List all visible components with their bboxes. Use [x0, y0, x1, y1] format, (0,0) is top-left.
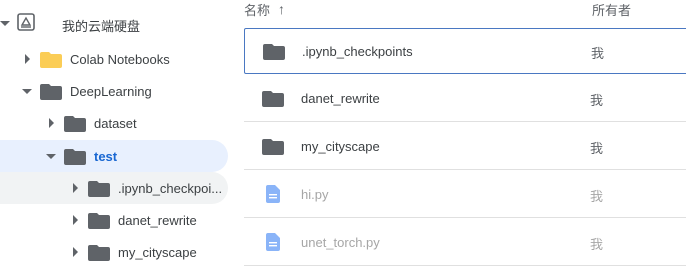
column-header-name[interactable]: 名称 ↑ — [244, 0, 285, 18]
folder-icon — [64, 148, 86, 165]
drive-icon — [17, 13, 35, 31]
chevron-down-icon[interactable] — [0, 21, 10, 26]
tree-label: dataset — [94, 116, 137, 131]
folder-icon — [88, 244, 110, 261]
file-owner: 我 — [590, 93, 604, 108]
file-row[interactable]: .ipynb_checkpoints 我 — [244, 28, 686, 74]
tree-root-my-drive[interactable]: 我的云端硬盘 — [0, 7, 234, 39]
file-owner: 我 — [591, 46, 605, 61]
tree-item-danet-rewrite[interactable]: danet_rewrite — [0, 204, 234, 236]
tree-item-test[interactable]: test — [0, 140, 228, 172]
chevron-right-icon[interactable] — [73, 215, 78, 225]
file-row[interactable]: my_cityscape 我 — [244, 124, 686, 170]
tree-label: 我的云端硬盘 — [62, 19, 141, 34]
document-icon — [266, 185, 280, 208]
tree-item-ipynb-checkpoints[interactable]: .ipynb_checkpoi... — [0, 172, 228, 204]
folder-icon — [262, 90, 284, 112]
file-name: unet_torch.py — [301, 235, 380, 250]
file-name: danet_rewrite — [301, 91, 380, 106]
tree-label: my_cityscape — [118, 245, 197, 260]
file-name: my_cityscape — [301, 139, 380, 154]
chevron-right-icon[interactable] — [49, 118, 54, 128]
column-header-owner-label: 所有者 — [592, 2, 632, 18]
file-owner: 我 — [590, 189, 604, 204]
chevron-right-icon[interactable] — [25, 54, 30, 64]
sort-arrow-up-icon[interactable]: ↑ — [278, 1, 285, 17]
file-owner: 我 — [590, 141, 604, 156]
folder-tree: 我的云端硬盘 Colab Notebooks DeepLearning data… — [0, 0, 234, 271]
tree-item-my-cityscape[interactable]: my_cityscape — [0, 236, 234, 268]
chevron-right-icon[interactable] — [73, 183, 78, 193]
file-row[interactable]: unet_torch.py 我 — [244, 220, 686, 266]
column-header-name-label: 名称 — [244, 2, 271, 18]
file-owner: 我 — [590, 237, 604, 252]
chevron-down-icon[interactable] — [22, 89, 32, 94]
tree-label: test — [94, 149, 118, 164]
chevron-down-icon[interactable] — [46, 154, 56, 159]
folder-icon — [262, 138, 284, 160]
document-icon — [266, 233, 280, 256]
column-header-owner: 所有者 — [592, 0, 631, 18]
chevron-right-icon[interactable] — [73, 247, 78, 257]
file-row[interactable]: danet_rewrite 我 — [244, 76, 686, 122]
tree-item-dataset[interactable]: dataset — [0, 107, 234, 139]
file-name: hi.py — [301, 187, 329, 202]
file-row[interactable]: hi.py 我 — [244, 172, 686, 218]
tree-item-colab-notebooks[interactable]: Colab Notebooks — [0, 43, 234, 75]
tree-item-deeplearning[interactable]: DeepLearning — [0, 75, 234, 107]
file-name: .ipynb_checkpoints — [302, 44, 413, 59]
folder-icon — [263, 43, 285, 65]
file-list: 名称 ↑ 所有者 .ipynb_checkpoints 我 danet_rewr… — [240, 0, 686, 271]
tree-label: DeepLearning — [70, 84, 152, 99]
tree-label: Colab Notebooks — [70, 52, 170, 67]
tree-label: .ipynb_checkpoi... — [118, 181, 223, 196]
folder-icon — [40, 83, 62, 100]
folder-icon — [88, 212, 110, 229]
folder-icon — [88, 180, 110, 197]
tree-label: danet_rewrite — [118, 213, 197, 228]
folder-icon — [64, 115, 86, 132]
folder-yellow-icon — [40, 51, 62, 68]
